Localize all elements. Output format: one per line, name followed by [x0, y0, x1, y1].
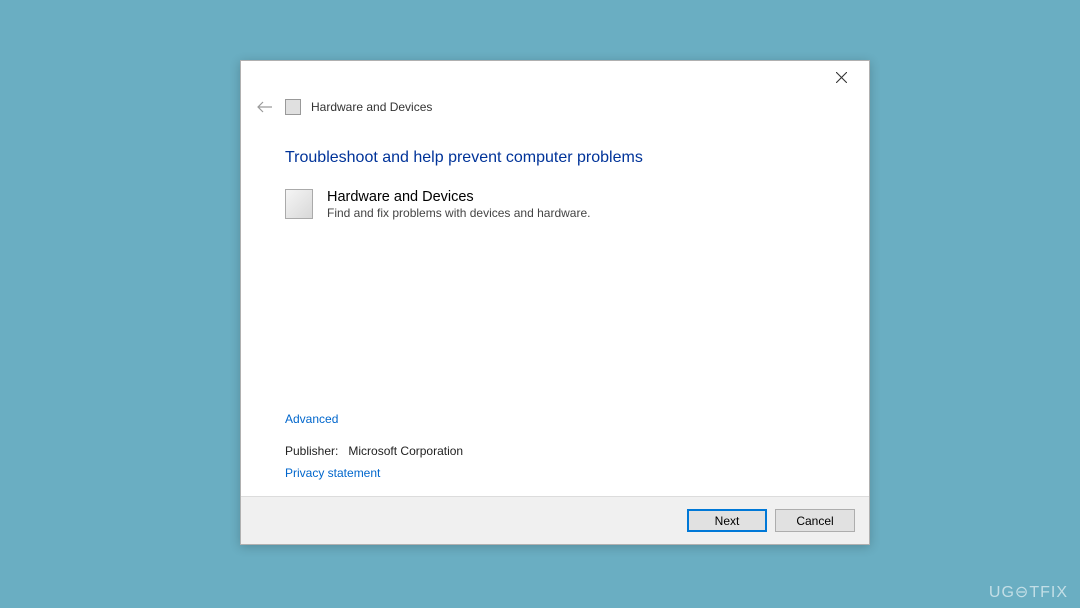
button-bar: Next Cancel: [241, 496, 869, 544]
troubleshooter-description: Find and fix problems with devices and h…: [327, 206, 590, 220]
publisher-value: Microsoft Corporation: [348, 444, 463, 458]
back-button[interactable]: [255, 97, 275, 117]
arrow-left-icon: [257, 101, 273, 113]
titlebar: [241, 61, 869, 93]
hardware-icon: [285, 189, 313, 219]
watermark: UG⊖TFIX: [989, 582, 1068, 602]
main-heading: Troubleshoot and help prevent computer p…: [285, 149, 825, 167]
content-area: Troubleshoot and help prevent computer p…: [241, 129, 869, 496]
header-title: Hardware and Devices: [311, 100, 432, 114]
close-button[interactable]: [821, 63, 861, 91]
advanced-link[interactable]: Advanced: [285, 412, 825, 426]
troubleshooter-header-icon: [285, 99, 301, 115]
publisher-label: Publisher:: [285, 444, 338, 458]
close-icon: [836, 72, 847, 83]
header-row: Hardware and Devices: [241, 93, 869, 129]
troubleshooter-dialog: Hardware and Devices Troubleshoot and he…: [240, 60, 870, 545]
troubleshooter-item: Hardware and Devices Find and fix proble…: [285, 189, 825, 220]
troubleshooter-title: Hardware and Devices: [327, 189, 590, 205]
publisher-row: Publisher: Microsoft Corporation: [285, 444, 825, 458]
cancel-button[interactable]: Cancel: [775, 509, 855, 532]
troubleshooter-text: Hardware and Devices Find and fix proble…: [327, 189, 590, 220]
next-button[interactable]: Next: [687, 509, 767, 532]
privacy-statement-link[interactable]: Privacy statement: [285, 466, 825, 480]
